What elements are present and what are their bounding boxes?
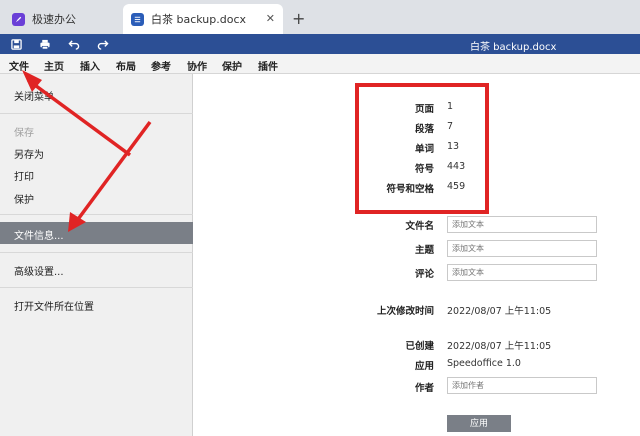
undo-icon[interactable] xyxy=(67,37,81,51)
subject-label: 主题 xyxy=(414,245,434,256)
menu-plugins[interactable]: 插件 xyxy=(258,58,278,73)
close-tab-icon[interactable]: ✕ xyxy=(266,12,275,25)
divider xyxy=(0,252,193,253)
divider xyxy=(0,113,193,114)
comment-input[interactable] xyxy=(447,264,597,281)
apply-button[interactable]: 应用 xyxy=(447,415,511,432)
menu-layout[interactable]: 布局 xyxy=(116,58,136,73)
save-icon[interactable] xyxy=(9,37,23,51)
menu-references[interactable]: 参考 xyxy=(151,58,171,73)
comment-label: 评论 xyxy=(414,269,434,280)
filename-label: 文件名 xyxy=(405,221,434,232)
menu-protect[interactable]: 保护 xyxy=(222,58,242,73)
advanced-settings-item[interactable]: 高级设置... xyxy=(14,263,64,278)
tab-label: 白茶 backup.docx xyxy=(151,13,247,26)
print-item[interactable]: 打印 xyxy=(14,168,34,183)
last-modified-value: 2022/08/07 上午11:05 xyxy=(447,306,552,317)
file-info-label: 文件信息... xyxy=(14,231,64,242)
subject-input[interactable] xyxy=(447,240,597,257)
created-label: 已创建 xyxy=(405,341,434,352)
author-input[interactable] xyxy=(447,377,597,394)
file-info-item[interactable]: 文件信息... xyxy=(0,222,193,244)
save-item: 保存 xyxy=(14,128,34,139)
filename-input[interactable] xyxy=(447,216,597,233)
tab-document[interactable]: 白茶 backup.docx ✕ xyxy=(123,4,283,34)
open-file-location-item[interactable]: 打开文件所在位置 xyxy=(14,298,94,313)
file-menu-panel: 关闭菜单 保存 另存为 打印 保护 文件信息... 高级设置... 打开文件所在… xyxy=(0,74,193,436)
close-menu-item[interactable]: 关闭菜单 xyxy=(14,88,54,103)
highlight-box xyxy=(355,83,489,214)
document-title: 白茶 backup.docx xyxy=(470,42,557,53)
author-label: 作者 xyxy=(414,383,434,394)
protect-item[interactable]: 保护 xyxy=(14,191,34,206)
menu-home[interactable]: 主页 xyxy=(44,58,64,73)
redo-icon[interactable] xyxy=(96,37,110,51)
browser-tab-strip: 极速办公 白茶 backup.docx ✕ + xyxy=(0,0,640,34)
divider xyxy=(0,287,193,288)
menu-collaborate[interactable]: 协作 xyxy=(187,58,207,73)
application-value: Speedoffice 1.0 xyxy=(447,358,521,369)
rocket-icon xyxy=(12,12,25,26)
created-value: 2022/08/07 上午11:05 xyxy=(447,341,552,352)
print-icon[interactable] xyxy=(38,37,52,51)
menu-bar: 文件 主页 插入 布局 参考 协作 保护 插件 xyxy=(0,54,640,76)
menu-insert[interactable]: 插入 xyxy=(80,58,100,73)
quick-access-toolbar: 白茶 backup.docx xyxy=(0,34,640,54)
application-label: 应用 xyxy=(414,361,434,372)
tab-label: 极速办公 xyxy=(32,13,76,26)
document-icon xyxy=(131,12,144,26)
divider xyxy=(0,214,193,215)
new-tab-button[interactable]: + xyxy=(292,9,305,28)
last-modified-label: 上次修改时间 xyxy=(376,306,434,317)
tab-speed-office[interactable]: 极速办公 xyxy=(4,4,116,34)
save-as-item[interactable]: 另存为 xyxy=(14,146,44,161)
